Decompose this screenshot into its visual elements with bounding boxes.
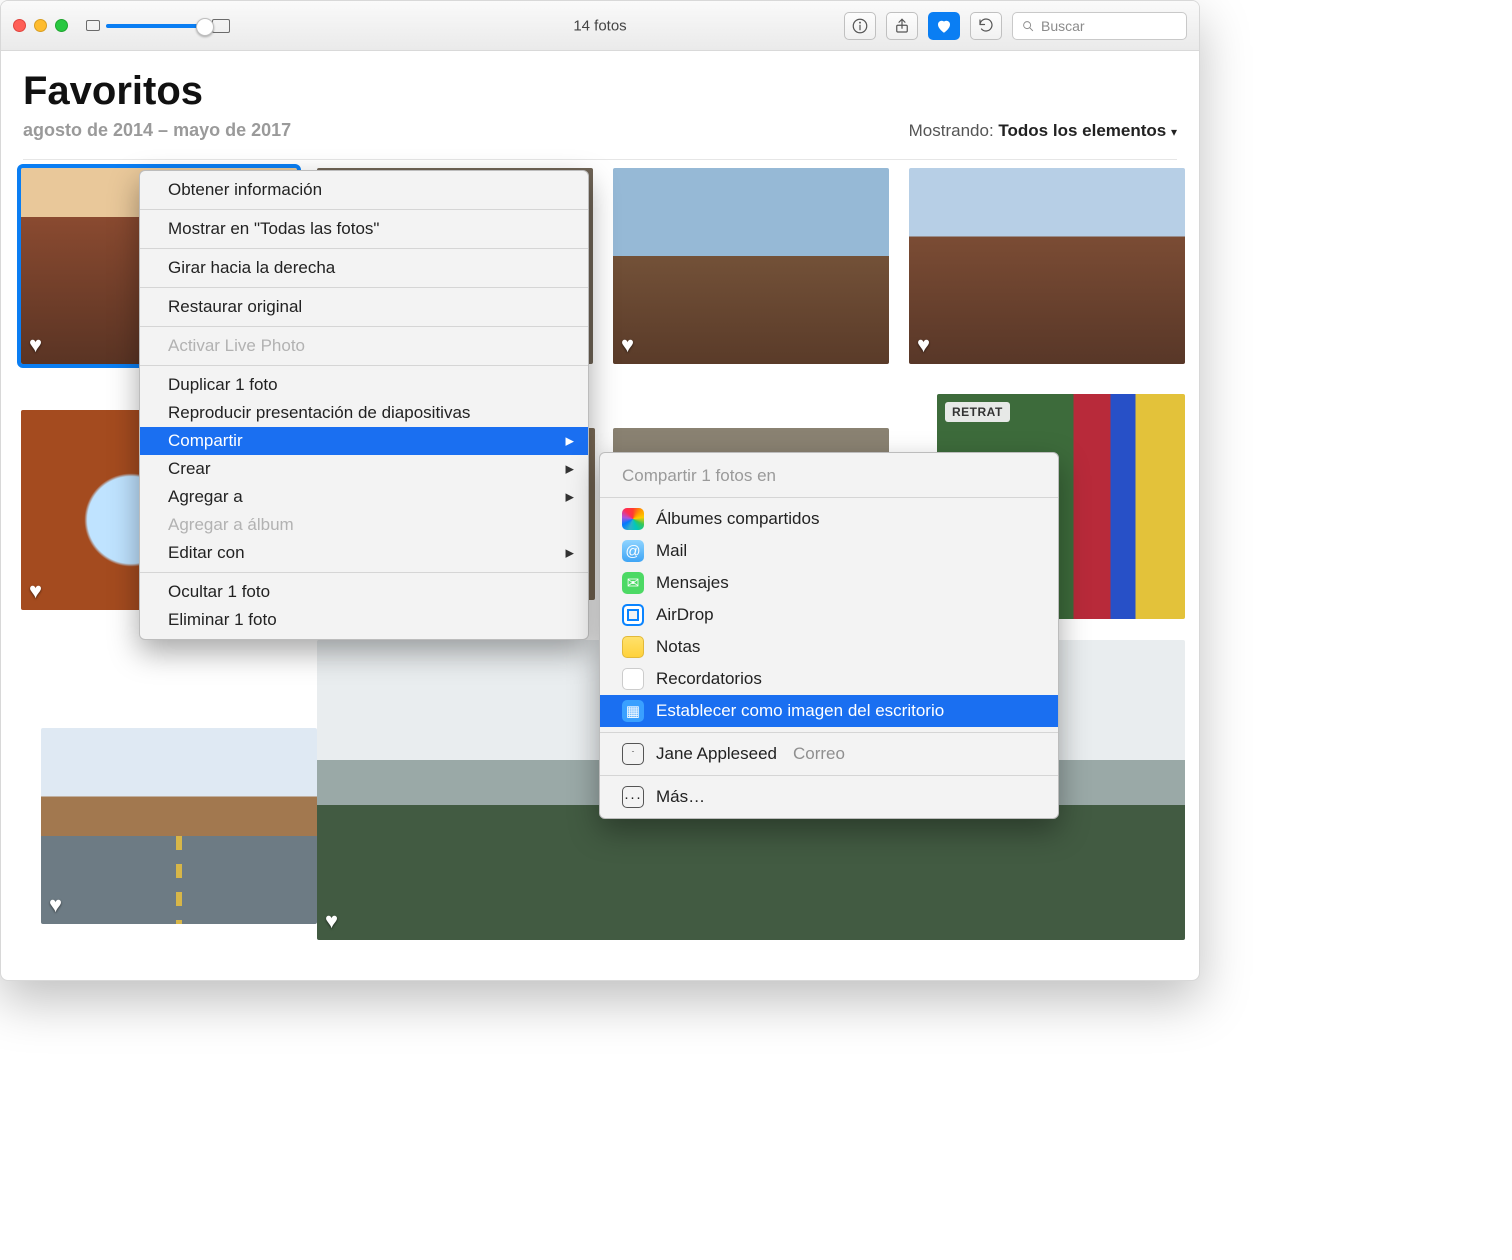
- search-icon: [1021, 19, 1035, 33]
- context-menu: Obtener información Mostrar en "Todas la…: [139, 170, 589, 640]
- rotate-icon: [977, 17, 995, 35]
- rotate-button[interactable]: [970, 12, 1002, 40]
- airdrop-icon: [622, 604, 644, 626]
- info-icon: [851, 17, 869, 35]
- mail-icon: @: [622, 540, 644, 562]
- share-set-desktop[interactable]: ▦ Establecer como imagen del escritorio: [600, 695, 1058, 727]
- share-button[interactable]: [886, 12, 918, 40]
- menu-hide[interactable]: Ocultar 1 foto: [140, 578, 588, 606]
- notes-icon: [622, 636, 644, 658]
- photo-grid: ♥ ♥ ♥ ♥ RETRAT ♥ ♥ ♥ Obtener información…: [1, 160, 1199, 980]
- menu-add-to[interactable]: Agregar a: [140, 483, 588, 511]
- info-button[interactable]: [844, 12, 876, 40]
- reminders-icon: [622, 668, 644, 690]
- menu-live-photo: Activar Live Photo: [140, 332, 588, 360]
- zoom-large-icon: [212, 19, 230, 33]
- shared-albums-icon: [622, 508, 644, 530]
- thumbnail-zoom-slider[interactable]: [86, 19, 230, 33]
- window-title: 14 fotos: [573, 17, 626, 34]
- window-close-button[interactable]: [13, 19, 26, 32]
- window-controls: [13, 19, 68, 32]
- chevron-down-icon: ▾: [1171, 125, 1177, 139]
- showing-value: Todos los elementos: [998, 121, 1166, 140]
- favorite-heart-icon: ♥: [29, 332, 42, 358]
- messages-icon: ✉: [622, 572, 644, 594]
- favorite-heart-icon: ♥: [49, 892, 62, 918]
- search-input[interactable]: Buscar: [1012, 12, 1187, 40]
- menu-show-in-all-photos[interactable]: Mostrar en "Todas las fotos": [140, 215, 588, 243]
- share-shared-albums[interactable]: Álbumes compartidos: [600, 503, 1058, 535]
- heart-icon: [935, 17, 953, 35]
- share-submenu-header: Compartir 1 fotos en: [600, 458, 1058, 492]
- search-placeholder: Buscar: [1041, 18, 1085, 34]
- share-reminders[interactable]: Recordatorios: [600, 663, 1058, 695]
- menu-rotate-right[interactable]: Girar hacia la derecha: [140, 254, 588, 282]
- menu-share[interactable]: Compartir: [140, 427, 588, 455]
- favorite-heart-icon: ♥: [917, 332, 930, 358]
- zoom-slider-track[interactable]: [106, 24, 206, 28]
- page-title: Favoritos: [23, 69, 1177, 114]
- menu-delete[interactable]: Eliminar 1 foto: [140, 606, 588, 634]
- titlebar: 14 fotos Buscar: [1, 1, 1199, 51]
- more-icon: ···: [622, 786, 644, 808]
- content-header: Favoritos agosto de 2014 – mayo de 2017 …: [1, 51, 1199, 151]
- window-zoom-button[interactable]: [55, 19, 68, 32]
- menu-get-info[interactable]: Obtener información: [140, 176, 588, 204]
- menu-edit-with[interactable]: Editar con: [140, 539, 588, 567]
- share-more[interactable]: ··· Más…: [600, 781, 1058, 813]
- date-range: agosto de 2014 – mayo de 2017: [23, 120, 291, 141]
- envelope-icon: [622, 743, 644, 765]
- favorite-heart-icon: ♥: [325, 908, 338, 934]
- menu-duplicate[interactable]: Duplicar 1 foto: [140, 371, 588, 399]
- favorite-heart-icon: ♥: [29, 578, 42, 604]
- share-contact[interactable]: Jane Appleseed Correo: [600, 738, 1058, 770]
- menu-create[interactable]: Crear: [140, 455, 588, 483]
- photo-thumb[interactable]: ♥: [909, 168, 1185, 364]
- photo-thumb[interactable]: ♥: [41, 728, 317, 924]
- desktop-icon: ▦: [622, 700, 644, 722]
- zoom-small-icon: [86, 20, 100, 31]
- share-messages[interactable]: ✉ Mensajes: [600, 567, 1058, 599]
- menu-add-to-album: Agregar a álbum: [140, 511, 588, 539]
- window-minimize-button[interactable]: [34, 19, 47, 32]
- menu-revert-original[interactable]: Restaurar original: [140, 293, 588, 321]
- favorite-button[interactable]: [928, 12, 960, 40]
- showing-label: Mostrando:: [909, 121, 994, 140]
- share-notes[interactable]: Notas: [600, 631, 1058, 663]
- retrat-badge: RETRAT: [945, 402, 1010, 422]
- share-airdrop[interactable]: AirDrop: [600, 599, 1058, 631]
- favorite-heart-icon: ♥: [621, 332, 634, 358]
- share-mail[interactable]: @ Mail: [600, 535, 1058, 567]
- showing-filter[interactable]: Mostrando: Todos los elementos ▾: [909, 121, 1177, 141]
- photos-window: 14 fotos Buscar Favoritos agosto de 2014: [0, 0, 1200, 981]
- photo-thumb[interactable]: ♥: [613, 168, 889, 364]
- menu-slideshow[interactable]: Reproducir presentación de diapositivas: [140, 399, 588, 427]
- share-submenu: Compartir 1 fotos en Álbumes compartidos…: [599, 452, 1059, 819]
- share-icon: [893, 17, 911, 35]
